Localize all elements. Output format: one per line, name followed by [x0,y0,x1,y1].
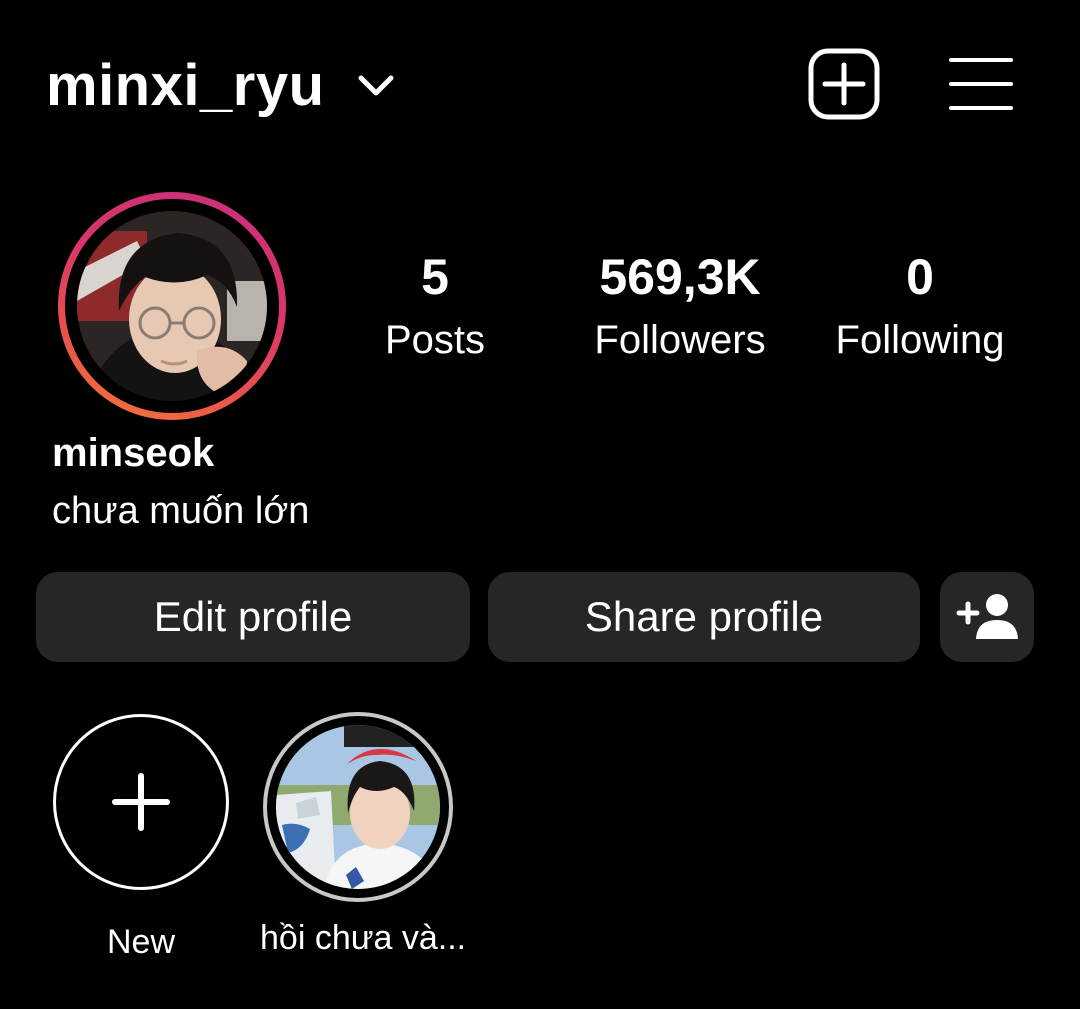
display-name: minseok [52,431,215,475]
account-switcher[interactable]: minxi_ryu [46,46,395,126]
profile-stats: 5 Posts 569,3K Followers 0 Following [340,246,1060,376]
profile-avatar-story-ring[interactable] [58,192,286,420]
share-profile-button[interactable]: Share profile [488,572,920,662]
new-highlight-button[interactable]: New [43,712,239,964]
highlight-label: hồi chưa và... [260,919,467,957]
chevron-down-icon [358,75,393,96]
username-title: minxi_ryu [46,53,325,118]
discover-people-button[interactable] [940,572,1034,662]
story-highlight[interactable]: hồi chưa và... [260,712,467,960]
followers-stat[interactable]: 569,3K Followers [580,246,780,368]
add-person-icon [956,594,1018,639]
edit-profile-button[interactable]: Edit profile [36,572,470,662]
following-label: Following [835,318,1005,362]
avatar-ring-gap [65,199,279,413]
plus-icon [112,773,170,831]
share-profile-label: Share profile [584,593,824,640]
hamburger-menu-icon[interactable] [948,56,1014,112]
new-highlight-circle [53,714,229,890]
highlight-label: New [106,923,176,961]
profile-photo [77,211,267,401]
followers-label: Followers [594,318,766,362]
followers-count: 569,3K [599,249,761,305]
posts-stat[interactable]: 5 Posts [360,246,510,368]
following-stat[interactable]: 0 Following [820,246,1020,368]
following-count: 0 [906,249,934,305]
posts-label: Posts [384,318,486,362]
profile-header: minxi_ryu [0,0,1080,175]
profile-bio: chưa muốn lớn [52,490,310,532]
edit-profile-label: Edit profile [153,593,353,640]
posts-count: 5 [421,249,449,305]
highlight-cover-photo [276,725,440,889]
create-post-button[interactable] [808,48,880,120]
highlight-cover [276,725,440,889]
avatar [77,211,267,401]
highlight-ring [263,712,453,902]
